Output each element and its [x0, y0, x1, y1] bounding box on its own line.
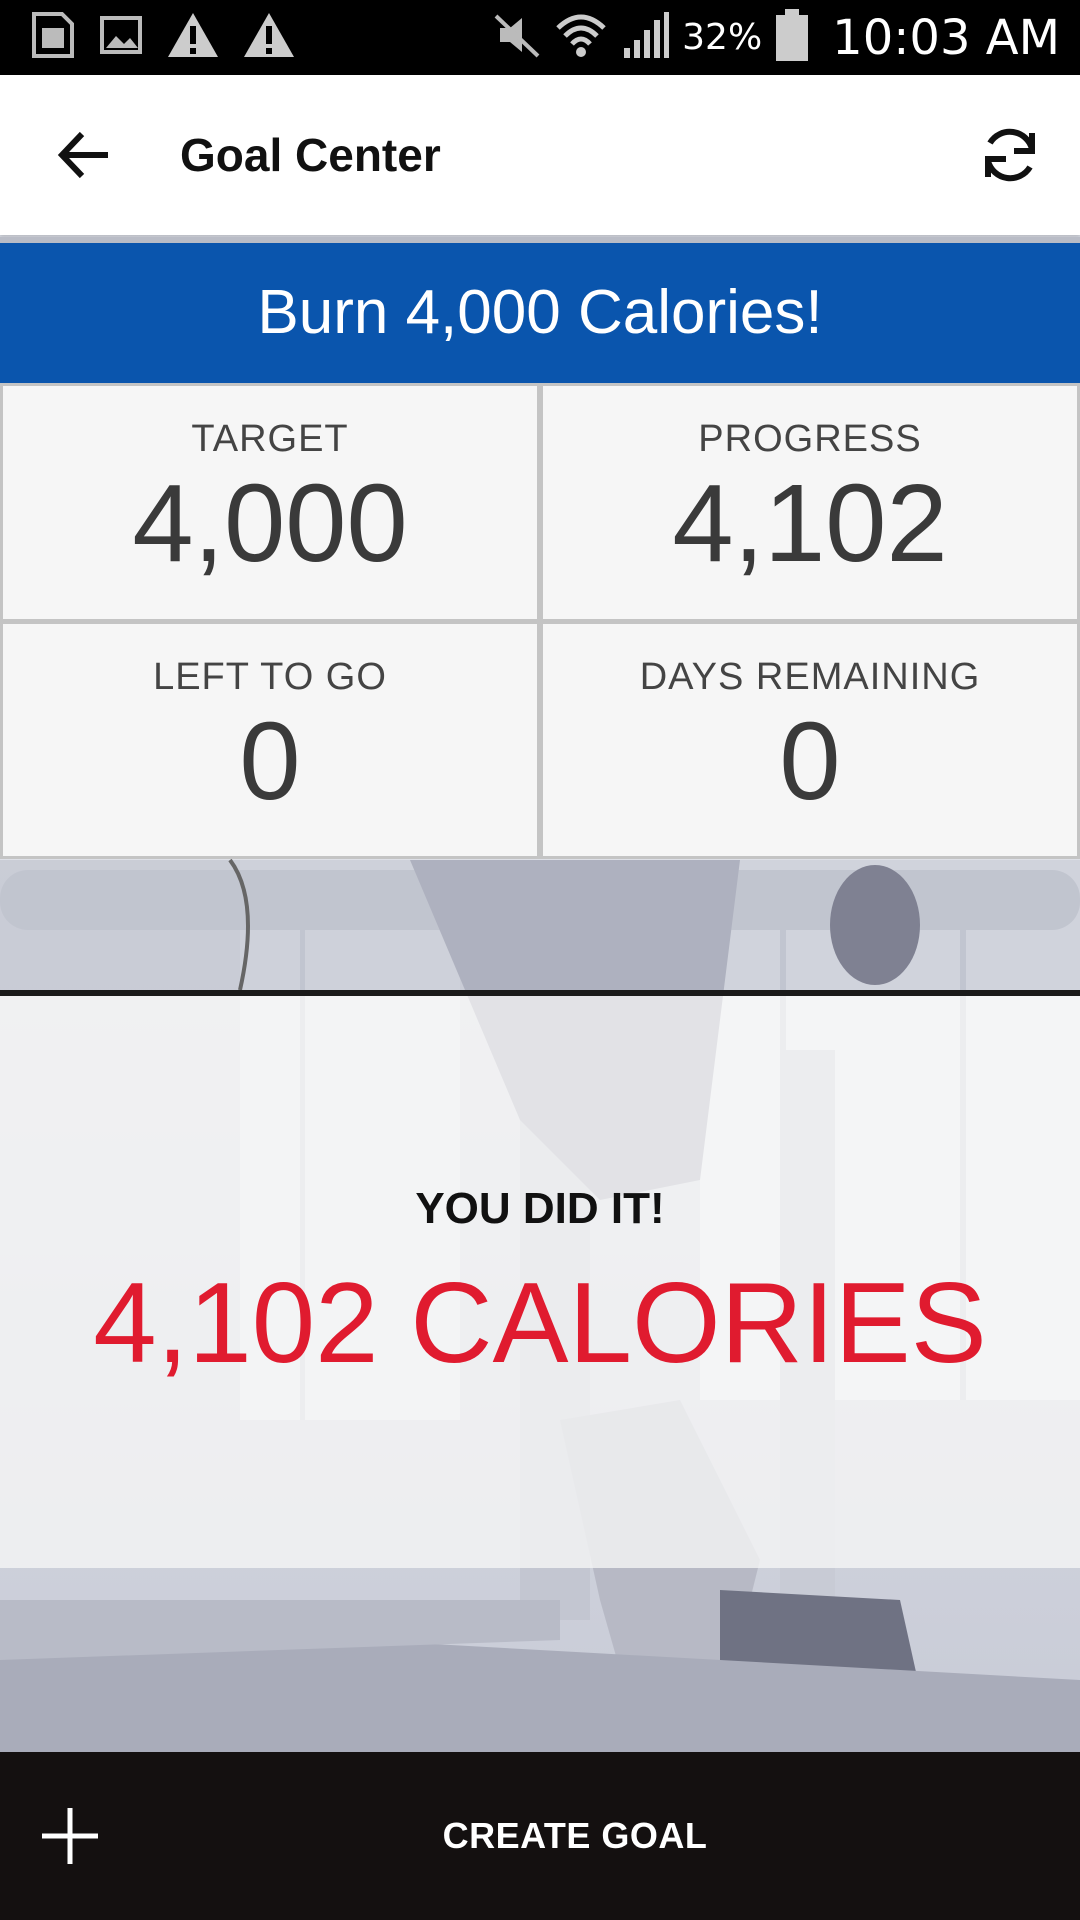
goal-complete-panel: YOU DID IT! 4,102 CALORIES — [0, 996, 1080, 1568]
calories-result: 4,102 CALORIES — [93, 1260, 987, 1387]
stat-value: 4,000 — [132, 462, 408, 585]
stat-days-remaining: DAYS REMAINING 0 — [543, 624, 1077, 856]
stat-label: LEFT TO GO — [153, 656, 387, 698]
battery-icon — [774, 7, 810, 68]
goal-stats-grid: TARGET 4,000 PROGRESS 4,102 LEFT TO GO 0… — [0, 383, 1080, 859]
refresh-icon — [985, 128, 1035, 182]
signal-icon — [620, 10, 670, 65]
goal-title-banner: Burn 4,000 Calories! — [0, 243, 1080, 383]
stat-value: 0 — [239, 700, 301, 823]
status-clock: 10:03 AM — [832, 9, 1060, 66]
bottom-action-bar: CREATE GOAL — [0, 1752, 1080, 1920]
success-headline: YOU DID IT! — [415, 1184, 665, 1233]
battery-percentage: 32% — [682, 17, 763, 58]
warning-icon — [242, 11, 296, 64]
stat-label: TARGET — [191, 418, 349, 460]
mute-icon — [492, 10, 542, 65]
create-goal-button[interactable]: CREATE GOAL — [0, 1752, 1080, 1920]
stat-progress: PROGRESS 4,102 — [543, 386, 1077, 619]
stat-value: 4,102 — [672, 462, 948, 585]
wifi-icon — [554, 8, 608, 67]
stat-label: PROGRESS — [698, 418, 922, 460]
arrow-back-icon — [57, 131, 108, 179]
stat-label: DAYS REMAINING — [639, 656, 981, 698]
stat-value: 0 — [779, 700, 841, 823]
image-icon — [98, 12, 144, 63]
back-button[interactable] — [40, 115, 128, 195]
sim-card-icon — [30, 10, 76, 65]
page-title: Goal Center — [180, 129, 441, 181]
stat-target: TARGET 4,000 — [3, 386, 537, 619]
warning-icon — [166, 11, 220, 64]
refresh-button[interactable] — [970, 115, 1050, 195]
status-system-area: 32% 10:03 AM — [492, 0, 1060, 75]
app-bar: Goal Center — [0, 75, 1080, 235]
status-bar: 32% 10:03 AM — [0, 0, 1080, 75]
status-notification-icons — [30, 10, 296, 65]
stat-left-to-go: LEFT TO GO 0 — [3, 624, 537, 856]
